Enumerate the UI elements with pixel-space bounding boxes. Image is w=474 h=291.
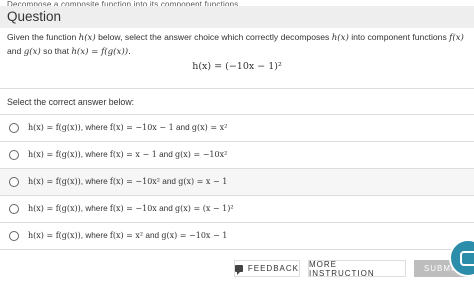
option-g: g(x) = (x − 1)² — [175, 204, 234, 213]
question-header: Question — [0, 6, 474, 28]
option-and: and — [143, 231, 162, 240]
option-f: f(x) = −10x² — [109, 177, 161, 186]
prompt-text-2: below, select the answer choice which co… — [95, 32, 332, 42]
comment-icon — [235, 265, 243, 275]
answer-text: h(x) = f(g(x)), where f(x) = −10x² and g… — [28, 177, 227, 186]
answer-option-4[interactable]: h(x) = f(g(x)), where f(x) = −10x and g(… — [0, 195, 474, 222]
option-f: f(x) = x² — [109, 231, 144, 240]
radio-button[interactable] — [9, 231, 19, 241]
answer-text: h(x) = f(g(x)), where f(x) = −10x − 1 an… — [28, 123, 227, 132]
divider — [0, 88, 474, 89]
option-where: , where — [80, 204, 110, 213]
footer-divider — [0, 249, 474, 250]
prompt-fn-2: h(x) — [331, 33, 349, 43]
option-where: , where — [80, 123, 110, 132]
option-where: , where — [80, 177, 110, 186]
answer-text: h(x) = f(g(x)), where f(x) = x² and g(x)… — [28, 231, 227, 240]
radio-button[interactable] — [9, 177, 19, 187]
answer-option-2[interactable]: h(x) = f(g(x)), where f(x) = x − 1 and g… — [0, 141, 474, 168]
prompt-text-4: and — [7, 45, 24, 56]
option-g: g(x) = x² — [191, 123, 228, 132]
answer-text: h(x) = f(g(x)), where f(x) = x − 1 and g… — [28, 150, 227, 159]
option-g: g(x) = x − 1 — [178, 177, 228, 186]
option-and: and — [156, 150, 176, 159]
question-prompt: Given the function h(x) below, select th… — [7, 31, 467, 58]
answer-option-5[interactable]: h(x) = f(g(x)), where f(x) = x² and g(x)… — [0, 222, 474, 249]
function-formula: h(x) = (−10x − 1)² — [192, 61, 282, 72]
option-lead: h(x) = f(g(x)) — [28, 231, 81, 240]
more-instruction-button[interactable]: MORE INSTRUCTION — [308, 259, 406, 278]
prompt-composition: h(x) = f(g(x)). — [71, 46, 131, 57]
option-lead: h(x) = f(g(x)) — [28, 204, 81, 213]
select-label: Select the correct answer below: — [7, 97, 135, 107]
option-where: , where — [80, 150, 110, 159]
radio-button[interactable] — [9, 150, 19, 160]
prompt-text-5: so that — [40, 45, 72, 56]
prompt-fn: h(x) — [78, 33, 96, 43]
option-and: and — [173, 123, 192, 132]
option-g: g(x) = −10x² — [175, 150, 228, 159]
option-and: and — [156, 204, 176, 213]
answer-text: h(x) = f(g(x)), where f(x) = −10x and g(… — [28, 204, 234, 213]
option-f: f(x) = −10x — [109, 204, 157, 213]
option-lead: h(x) = f(g(x)) — [28, 177, 81, 186]
option-f: f(x) = x − 1 — [109, 150, 157, 159]
answer-option-1[interactable]: h(x) = f(g(x)), where f(x) = −10x − 1 an… — [0, 114, 474, 141]
prompt-text-1: Given the function — [7, 32, 79, 42]
chat-bubble-icon — [460, 251, 474, 266]
option-where: , where — [80, 231, 110, 240]
option-lead: h(x) = f(g(x)) — [28, 150, 81, 159]
option-and: and — [160, 177, 179, 186]
radio-button[interactable] — [9, 204, 19, 214]
prompt-f: f(x) — [449, 33, 464, 43]
feedback-label: FEEDBACK — [247, 264, 299, 273]
answer-options: h(x) = f(g(x)), where f(x) = −10x − 1 an… — [0, 114, 474, 249]
answer-option-3[interactable]: h(x) = f(g(x)), where f(x) = −10x² and g… — [0, 168, 474, 195]
question-title: Question — [7, 9, 62, 24]
radio-button[interactable] — [9, 123, 19, 133]
option-lead: h(x) = f(g(x)) — [28, 123, 81, 132]
option-f: f(x) = −10x − 1 — [109, 123, 174, 132]
feedback-button[interactable]: FEEDBACK — [234, 260, 300, 277]
prompt-g: g(x) — [23, 46, 41, 57]
option-g: g(x) = −10x − 1 — [161, 231, 228, 240]
prompt-text-3: into component functions — [348, 32, 450, 42]
more-instruction-label: MORE INSTRUCTION — [309, 259, 375, 278]
